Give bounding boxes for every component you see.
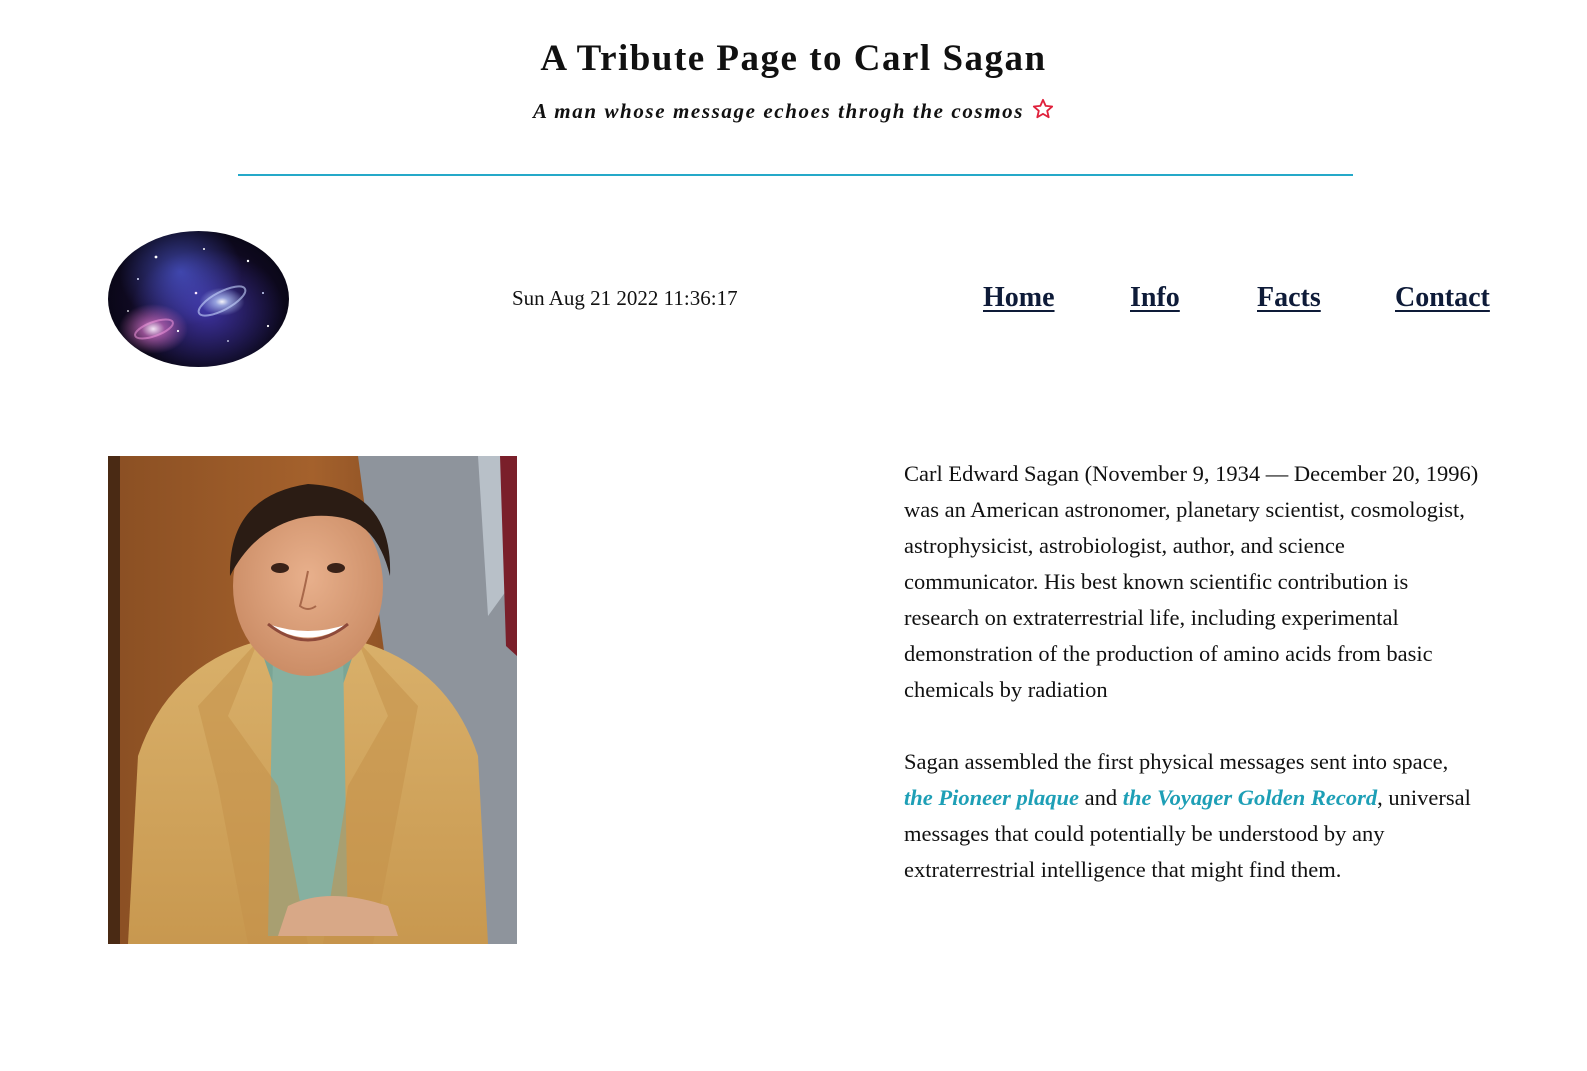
nav-link-info[interactable]: Info [1130,279,1180,317]
header-divider [238,174,1353,176]
nav-link-facts[interactable]: Facts [1257,279,1321,317]
carl-sagan-portrait-image [108,456,517,944]
messages-paragraph: Sagan assembled the first physical messa… [904,744,1482,888]
main-nav: Home Info Facts Contact [0,279,1587,319]
pioneer-plaque-link[interactable]: the Pioneer plaque [904,785,1079,810]
page-tagline: A man whose message echoes throgh the co… [0,96,1587,126]
voyager-golden-record-link[interactable]: the Voyager Golden Record [1123,785,1377,810]
page-title: A Tribute Page to Carl Sagan [540,38,1047,79]
messages-text-middle: and [1079,785,1123,810]
nav-link-home[interactable]: Home [983,279,1055,317]
star-outline-icon [1032,98,1054,119]
tagline-text: A man whose message echoes throgh the co… [532,99,1025,123]
bio-paragraph: Carl Edward Sagan (November 9, 1934 — De… [904,461,1479,702]
messages-text-before: Sagan assembled the first physical messa… [904,749,1449,774]
portrait-illustration [108,456,517,944]
bio-content: Carl Edward Sagan (November 9, 1934 — De… [904,456,1482,888]
nav-link-contact[interactable]: Contact [1395,279,1490,317]
